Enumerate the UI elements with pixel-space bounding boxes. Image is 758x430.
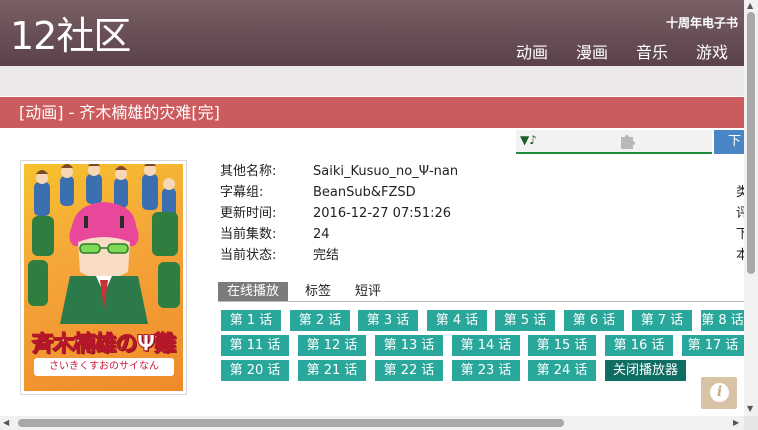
info-label: 当前集数: xyxy=(220,227,277,242)
clipped-label: 本 xyxy=(736,248,744,263)
info-button[interactable]: i xyxy=(701,377,737,409)
episode-button[interactable]: 第 11 话 xyxy=(221,335,289,356)
info-value: Saiki_Kusuo_no_Ψ-nan xyxy=(313,164,459,179)
episode-button[interactable]: 第 16 话 xyxy=(605,335,673,356)
vertical-scroll-thumb[interactable] xyxy=(747,12,755,274)
episode-button[interactable]: 第 2 话 xyxy=(290,310,350,331)
scroll-right-icon[interactable]: ▶ xyxy=(733,418,739,427)
episode-button[interactable]: 第 7 话 xyxy=(632,310,692,331)
episode-button[interactable]: 第 21 话 xyxy=(298,360,366,381)
nav-comic[interactable]: 漫画 xyxy=(576,39,608,63)
clipped-label: 下 xyxy=(736,227,744,242)
info-value: 2016-12-27 07:51:26 xyxy=(313,206,452,221)
episode-button[interactable]: 第 15 话 xyxy=(528,335,596,356)
cover-image[interactable]: 斉木楠雄のΨ難 さいきくすおのサイなん xyxy=(20,160,187,395)
episode-button[interactable]: 第 23 话 xyxy=(452,360,520,381)
site-header: 12社区 十周年电子书 动画 漫画 音乐 游戏 xyxy=(0,0,758,66)
episode-button[interactable]: 第 8 话 xyxy=(701,310,744,331)
episode-button[interactable]: 第 6 话 xyxy=(564,310,624,331)
scroll-left-icon[interactable]: ◀ xyxy=(3,418,9,427)
episode-button[interactable]: 第 14 话 xyxy=(452,335,520,356)
episode-button[interactable]: 第 24 话 xyxy=(528,360,596,381)
tab-tags[interactable]: 标签 xyxy=(296,282,340,301)
scroll-down-icon[interactable]: ▼ xyxy=(747,404,753,413)
nav-game[interactable]: 游戏 xyxy=(696,39,728,63)
episode-button[interactable]: 第 13 话 xyxy=(375,335,443,356)
nav-anime[interactable]: 动画 xyxy=(516,39,548,63)
sub-nav-bar xyxy=(0,66,744,96)
cover-subtitle: さいきくすおのサイなん xyxy=(34,358,174,376)
info-label: 更新时间: xyxy=(220,206,277,221)
info-icon: i xyxy=(710,383,729,402)
episode-button[interactable]: 第 17 话 xyxy=(682,335,744,356)
info-value: 完结 xyxy=(313,248,340,263)
horizontal-scrollbar[interactable]: ◀ ▶ xyxy=(0,416,744,430)
info-label: 字幕组: xyxy=(220,185,264,200)
cover-title: 斉木楠雄のΨ難 xyxy=(31,332,177,358)
scroll-up-icon[interactable]: ▲ xyxy=(747,1,753,10)
nav-music[interactable]: 音乐 xyxy=(636,39,668,63)
episode-button[interactable]: 第 22 话 xyxy=(375,360,443,381)
site-logo[interactable]: 12社区 xyxy=(10,13,131,59)
clipped-label: 类 xyxy=(736,185,744,200)
puzzle-icon xyxy=(621,135,635,149)
download-button[interactable]: 下 xyxy=(714,130,744,154)
player-toolbar: ▼♪ xyxy=(516,130,712,154)
episode-button[interactable]: 第 1 话 xyxy=(221,310,281,331)
close-player-button[interactable]: 关闭播放器 xyxy=(605,360,686,381)
tab-short-reviews[interactable]: 短评 xyxy=(346,282,390,301)
scrollbar-corner xyxy=(744,416,758,430)
info-value: 24 xyxy=(313,227,330,242)
horizontal-scroll-thumb[interactable] xyxy=(18,419,564,427)
vertical-scrollbar[interactable]: ▲ ▼ xyxy=(744,0,758,416)
clipped-label: 评 xyxy=(736,206,744,221)
page-title: [动画] - 齐木楠雄的灾难[完] xyxy=(0,97,744,128)
episode-button[interactable]: 第 3 话 xyxy=(358,310,418,331)
music-icon[interactable]: ▼♪ xyxy=(520,133,537,147)
info-label: 当前状态: xyxy=(220,248,277,263)
tab-bar: 在线播放 标签 短评 xyxy=(218,282,744,302)
episode-button[interactable]: 第 5 话 xyxy=(495,310,555,331)
tab-online-play[interactable]: 在线播放 xyxy=(218,282,289,301)
info-value[interactable]: BeanSub&FZSD xyxy=(313,183,416,203)
episode-button[interactable]: 第 20 话 xyxy=(221,360,289,381)
info-label: 其他名称: xyxy=(220,164,277,179)
episode-button[interactable]: 第 4 话 xyxy=(427,310,487,331)
episode-button[interactable]: 第 12 话 xyxy=(298,335,366,356)
anniversary-ebook-link[interactable]: 十周年电子书 xyxy=(666,14,738,31)
